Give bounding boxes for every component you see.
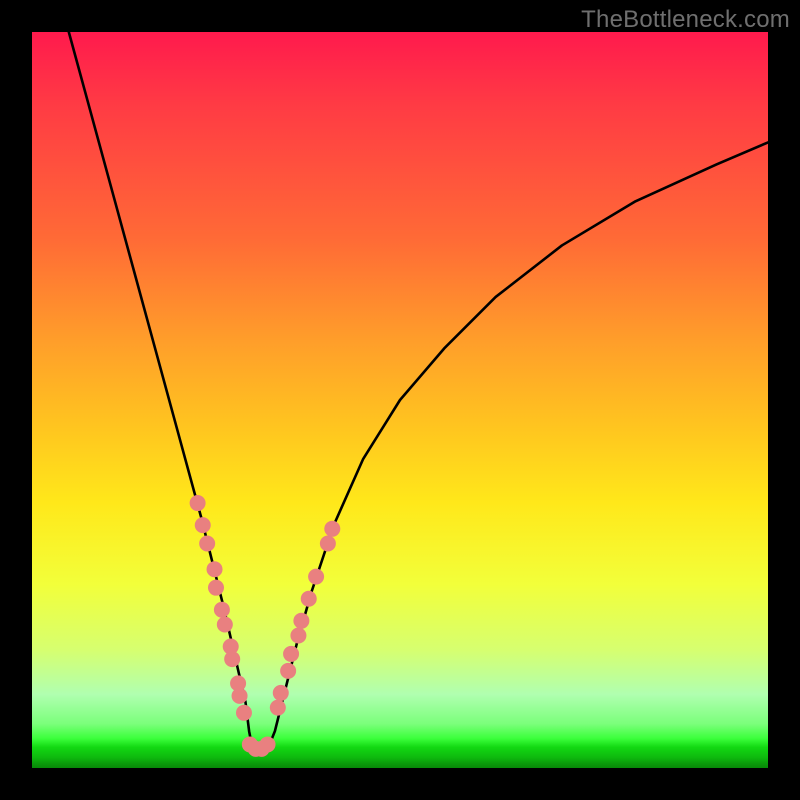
- chart-svg: [32, 32, 768, 768]
- chart-plot-area: [32, 32, 768, 768]
- marker-dot: [324, 521, 340, 537]
- marker-dot: [214, 602, 230, 618]
- series-bottleneck-curve: [69, 32, 768, 752]
- marker-dot: [207, 561, 223, 577]
- chart-frame: TheBottleneck.com: [0, 0, 800, 800]
- marker-dot: [293, 613, 309, 629]
- marker-group: [190, 495, 341, 757]
- marker-dot: [208, 580, 224, 596]
- marker-dot: [195, 517, 211, 533]
- marker-dot: [236, 705, 252, 721]
- marker-dot: [273, 685, 289, 701]
- marker-dot: [217, 616, 233, 632]
- marker-dot: [280, 663, 296, 679]
- marker-dot: [260, 736, 276, 752]
- marker-dot: [290, 628, 306, 644]
- marker-dot: [190, 495, 206, 511]
- marker-dot: [224, 651, 240, 667]
- marker-dot: [320, 536, 336, 552]
- marker-dot: [199, 536, 215, 552]
- marker-dot: [232, 688, 248, 704]
- marker-dot: [301, 591, 317, 607]
- marker-dot: [270, 700, 286, 716]
- marker-dot: [283, 646, 299, 662]
- curve-group: [69, 32, 768, 752]
- watermark-text: TheBottleneck.com: [581, 6, 790, 34]
- marker-dot: [308, 569, 324, 585]
